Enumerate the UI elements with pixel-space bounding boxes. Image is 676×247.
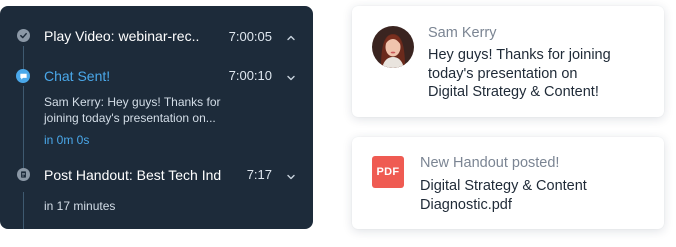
handout-file-name[interactable]: Diagnostic.pdf bbox=[420, 196, 512, 215]
chat-message-line: Hey guys! Thanks for joining bbox=[428, 47, 611, 63]
event-time: 7:00:10 bbox=[228, 68, 272, 83]
chat-bubble-icon bbox=[16, 69, 30, 83]
handout-card[interactable]: PDF New Handout posted! Digital Strategy… bbox=[352, 137, 664, 229]
chat-message-preview-line: Sam Kerry: Hey guys! Thanks for bbox=[44, 95, 221, 109]
chat-message-line: Digital Strategy & Content! bbox=[428, 84, 599, 100]
chevron-down-icon[interactable] bbox=[285, 71, 297, 83]
chevron-up-icon[interactable] bbox=[285, 31, 297, 43]
chevron-down-icon[interactable] bbox=[285, 170, 297, 182]
check-circle-icon bbox=[17, 29, 30, 42]
event-time: 7:00:05 bbox=[228, 29, 272, 44]
activity-timeline-panel: Play Video: webinar-rec.. 7:00:05 Chat S… bbox=[0, 6, 313, 229]
handout-heading: New Handout posted! bbox=[420, 155, 560, 171]
handout-file-name[interactable]: Digital Strategy & Content bbox=[420, 177, 587, 196]
event-time: 7:17 bbox=[246, 167, 272, 182]
timeline-rail bbox=[23, 86, 24, 168]
event-title: Post Handout: Best Tech Ind bbox=[44, 167, 222, 183]
event-eta: in 17 minutes bbox=[44, 199, 116, 213]
sender-name: Sam Kerry bbox=[428, 25, 497, 41]
pdf-file-icon: PDF bbox=[372, 156, 404, 188]
event-title: Play Video: webinar-rec.. bbox=[44, 28, 200, 44]
chat-message-preview-line: joining today's presentation on... bbox=[44, 111, 216, 125]
document-icon bbox=[17, 168, 30, 181]
event-eta: in 0m 0s bbox=[44, 133, 90, 147]
chat-message-card: Sam Kerry Hey guys! Thanks for joining t… bbox=[352, 6, 664, 117]
timeline-rail bbox=[23, 192, 24, 229]
avatar bbox=[372, 26, 414, 68]
chat-message-line: today's presentation on bbox=[428, 65, 578, 82]
event-title: Chat Sent! bbox=[44, 68, 111, 84]
